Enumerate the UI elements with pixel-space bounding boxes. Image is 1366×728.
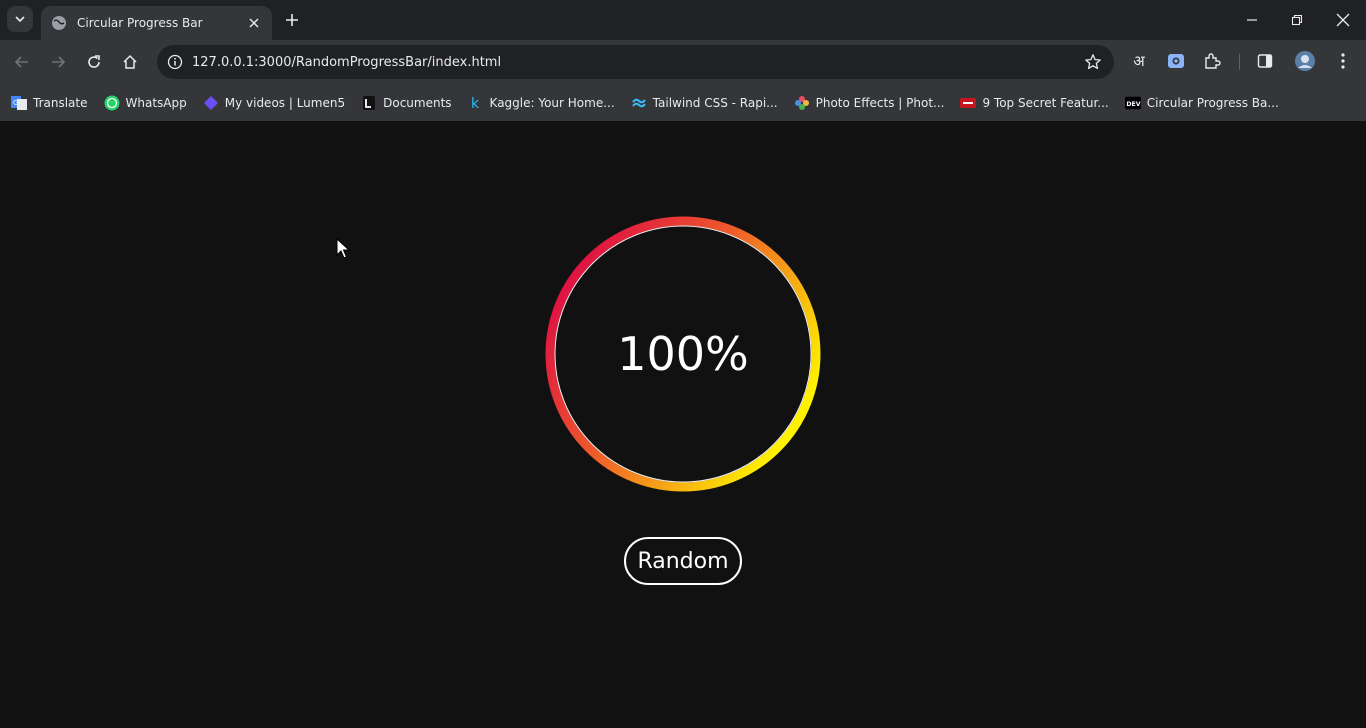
restore-icon <box>1291 14 1303 26</box>
circular-progress: 100% <box>545 216 821 492</box>
arrow-left-icon <box>14 56 28 68</box>
site-info-icon[interactable] <box>166 53 184 71</box>
random-button[interactable]: Random <box>624 537 742 585</box>
bookmark-whatsapp[interactable]: WhatsApp <box>104 95 187 111</box>
svg-text:G: G <box>13 99 18 107</box>
bookmark-label: Photo Effects | Phot... <box>815 95 945 110</box>
bookmark-label: 9 Top Secret Featur... <box>982 95 1109 110</box>
bookmarks-bar: G Translate WhatsApp My videos | Lumen5 … <box>0 84 1366 121</box>
bookmark-label: My videos | Lumen5 <box>224 95 346 110</box>
bookmark-tailwind[interactable]: Tailwind CSS - Rapi... <box>631 95 778 111</box>
arrow-right-icon <box>52 56 66 68</box>
dev-icon: DEV <box>1124 95 1141 111</box>
profile-avatar[interactable] <box>1294 50 1316 72</box>
minimize-button[interactable] <box>1240 8 1264 32</box>
bookmark-secret-features[interactable]: 9 Top Secret Featur... <box>960 95 1109 111</box>
url-text: 127.0.0.1:3000/RandomProgressBar/index.h… <box>192 54 502 70</box>
bookmark-label: WhatsApp <box>125 95 187 110</box>
bookmark-circular-progress[interactable]: DEV Circular Progress Ba... <box>1124 95 1279 111</box>
bookmark-kaggle[interactable]: k Kaggle: Your Home... <box>468 95 615 111</box>
forward-button[interactable] <box>45 49 71 75</box>
bookmark-photo-effects[interactable]: Photo Effects | Phot... <box>794 95 945 111</box>
tab-title: Circular Progress Bar <box>77 16 203 30</box>
tailwind-icon <box>631 95 647 111</box>
bookmark-translate[interactable]: G Translate <box>11 95 88 111</box>
bookmark-lumen5[interactable]: My videos | Lumen5 <box>203 95 345 111</box>
progress-percent-label: 100% <box>617 327 749 381</box>
minimize-icon <box>1247 19 1257 21</box>
photo-effects-icon <box>794 95 810 111</box>
bookmark-label: Tailwind CSS - Rapi... <box>652 95 778 110</box>
reload-icon <box>88 55 100 68</box>
bookmark-label: Documents <box>383 95 452 110</box>
menu-kebab-icon[interactable] <box>1332 50 1354 72</box>
address-bar[interactable]: 127.0.0.1:3000/RandomProgressBar/index.h… <box>157 45 1114 79</box>
svg-text:k: k <box>471 96 480 111</box>
google-translate-icon: G <box>11 95 27 111</box>
close-icon <box>1336 13 1350 27</box>
back-button[interactable] <box>9 49 35 75</box>
new-tab-button[interactable] <box>282 10 302 30</box>
toolbar: 127.0.0.1:3000/RandomProgressBar/index.h… <box>0 40 1366 84</box>
reload-button[interactable] <box>81 49 107 75</box>
page-viewport: 100% Random <box>0 121 1366 728</box>
home-button[interactable] <box>117 49 143 75</box>
translate-extension-icon[interactable]: अ <box>1128 50 1150 72</box>
plus-icon <box>286 14 298 26</box>
bookmark-documents[interactable]: Documents <box>361 95 452 111</box>
side-panel-icon[interactable] <box>1254 50 1276 72</box>
bookmark-label: Kaggle: Your Home... <box>489 95 615 110</box>
close-window-button[interactable] <box>1331 8 1355 32</box>
hud-icon <box>960 95 977 111</box>
restore-button[interactable] <box>1285 8 1309 32</box>
active-tab[interactable]: Circular Progress Bar <box>41 6 272 40</box>
mouse-cursor-icon <box>336 238 350 259</box>
whatsapp-icon <box>104 95 120 111</box>
chevron-down-icon <box>15 16 25 23</box>
globe-icon <box>51 15 67 31</box>
documents-icon <box>361 95 377 111</box>
extensions-puzzle-icon[interactable] <box>1201 50 1223 72</box>
kaggle-icon: k <box>468 95 484 111</box>
bookmark-star-icon[interactable] <box>1084 53 1102 71</box>
close-tab-icon[interactable] <box>246 15 262 31</box>
screen-capture-extension-icon[interactable] <box>1165 50 1187 72</box>
browser-chrome: Circular Progress Bar 127.0.0.1:3000/Ran… <box>0 0 1366 121</box>
svg-text:DEV: DEV <box>1126 101 1140 108</box>
tab-search-button[interactable] <box>7 6 33 32</box>
home-icon <box>123 54 137 69</box>
bookmark-label: Circular Progress Ba... <box>1146 95 1279 110</box>
lumen5-icon <box>203 95 219 111</box>
toolbar-divider <box>1239 54 1240 70</box>
tab-strip: Circular Progress Bar <box>0 0 1366 40</box>
bookmark-label: Translate <box>33 95 88 110</box>
